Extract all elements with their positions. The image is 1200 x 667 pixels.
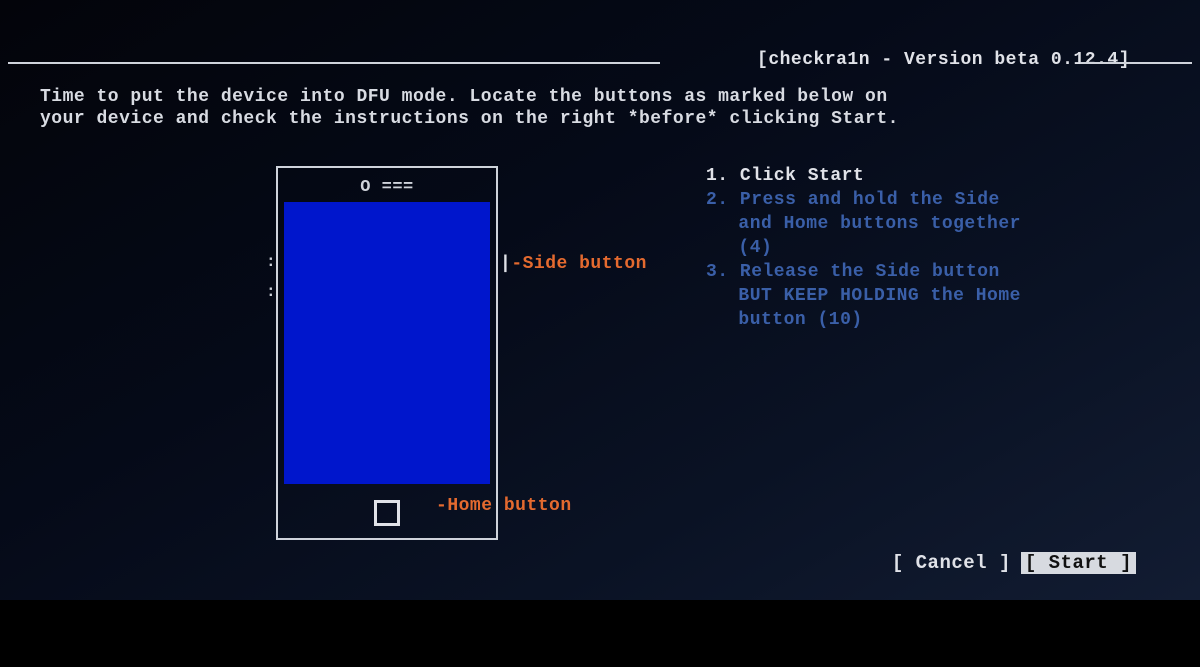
device-screen <box>284 202 490 484</box>
side-button-label: |-Side button <box>500 254 647 274</box>
title-rule-left <box>8 62 660 64</box>
home-button-text: Home button <box>447 496 571 516</box>
step-line: 1. Click Start <box>706 164 1160 188</box>
earpiece-icon: O === <box>278 178 496 197</box>
instruction-text: Time to put the device into DFU mode. Lo… <box>40 86 1160 130</box>
step-number: 1. <box>706 166 740 186</box>
title-rule-right <box>1080 62 1192 64</box>
step-text: button (10) <box>738 310 862 330</box>
step-line: (4) <box>706 236 1160 260</box>
home-button-label: -Home button <box>436 496 572 516</box>
volume-mark-2: : <box>266 286 276 298</box>
app-title: [checkra1n - Version beta 0.12.4] <box>757 50 1130 70</box>
title-close-bracket: ] <box>1119 50 1130 70</box>
cancel-button[interactable]: [ Cancel ] <box>888 552 1015 574</box>
instruction-line-2: your device and check the instructions o… <box>40 109 899 129</box>
step-number: 2. <box>706 190 740 210</box>
title-bar: [checkra1n - Version beta 0.12.4] <box>0 52 1200 74</box>
step-line: BUT KEEP HOLDING the Home <box>706 284 1160 308</box>
title-open-bracket: [ <box>757 50 768 70</box>
side-button-pointer: | <box>500 254 511 274</box>
step-list: 1. Click Start2. Press and hold the Side… <box>706 164 1160 332</box>
home-button-icon <box>374 500 400 526</box>
button-bar: [ Cancel ] [ Start ] <box>888 552 1136 574</box>
terminal-screen: [checkra1n - Version beta 0.12.4] Time t… <box>0 0 1200 600</box>
start-button[interactable]: [ Start ] <box>1021 552 1136 574</box>
step-line: 3. Release the Side button <box>706 260 1160 284</box>
step-text: (4) <box>738 238 772 258</box>
step-text: Release the Side button <box>740 262 1000 282</box>
step-text: Press and hold the Side <box>740 190 1000 210</box>
title-separator: - <box>870 50 904 70</box>
step-line: and Home buttons together <box>706 212 1160 236</box>
volume-mark-1: : <box>266 256 276 268</box>
app-name: checkra1n <box>768 50 870 70</box>
side-button-text: Side button <box>523 254 647 274</box>
step-line: 2. Press and hold the Side <box>706 188 1160 212</box>
step-number: 3. <box>706 262 740 282</box>
instruction-line-1: Time to put the device into DFU mode. Lo… <box>40 87 888 107</box>
device-diagram: O === : : <box>276 166 498 540</box>
version-number: 0.12.4 <box>1051 50 1119 70</box>
step-text: and Home buttons together <box>738 214 1021 234</box>
step-text: Click Start <box>740 166 864 186</box>
version-label: Version beta <box>904 50 1040 70</box>
step-line: button (10) <box>706 308 1160 332</box>
step-text: BUT KEEP HOLDING the Home <box>738 286 1021 306</box>
